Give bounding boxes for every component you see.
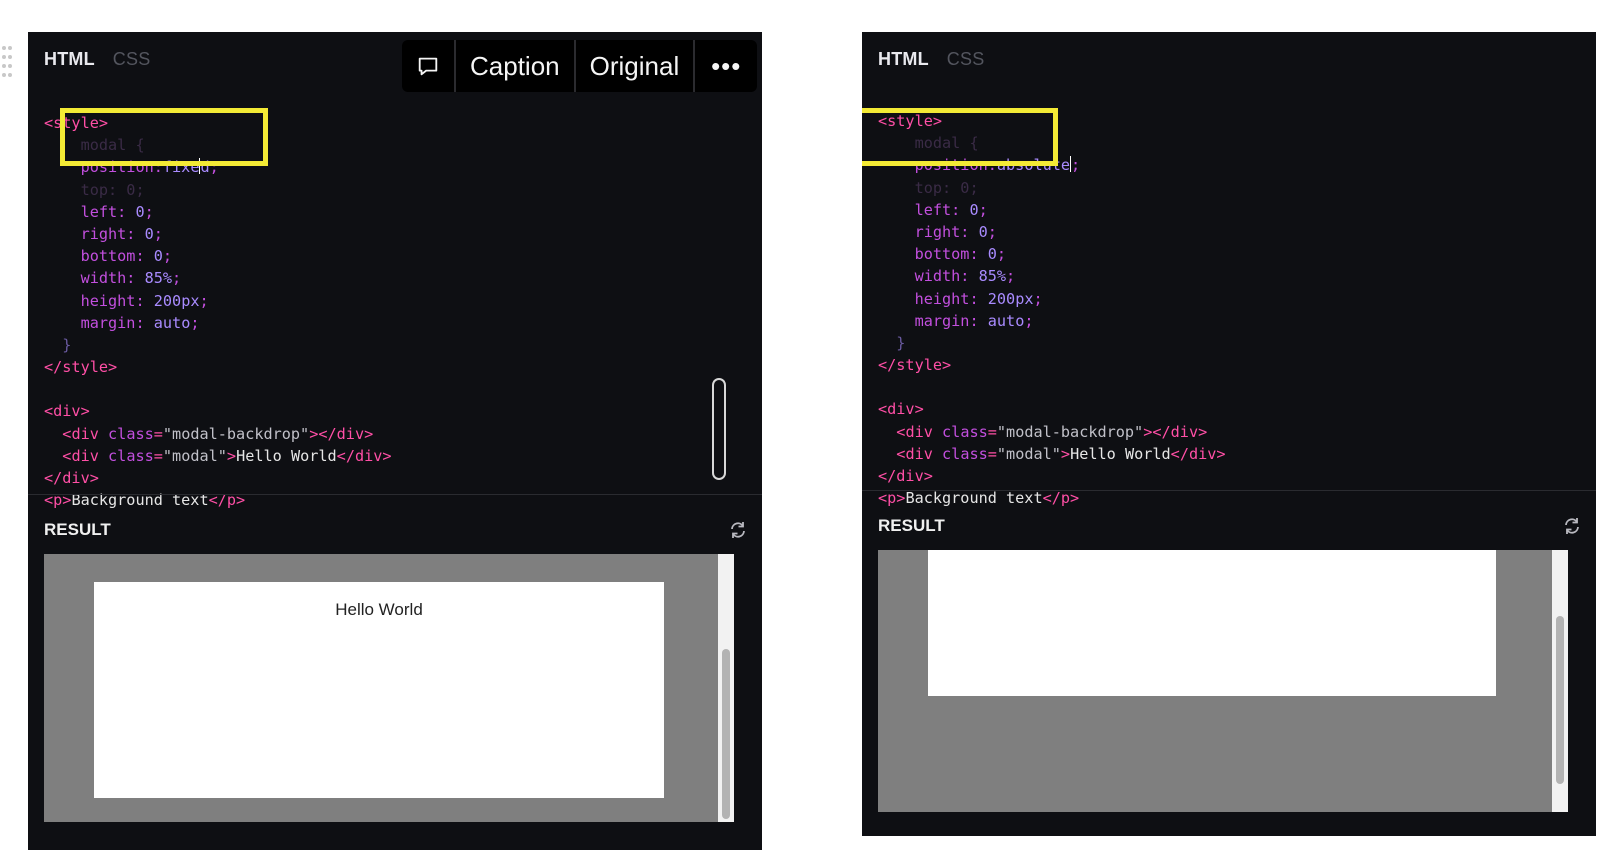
- modal-text: Hello World: [335, 600, 423, 619]
- result-heading: RESULT: [44, 520, 111, 539]
- code-line: top: 0;: [80, 180, 145, 199]
- code-line: <div class="modal">Hello World</div>: [896, 444, 1226, 463]
- editor-tabs: HTML CSS: [878, 48, 984, 70]
- scrollbar-thumb[interactable]: [722, 649, 730, 819]
- code-line: </div>: [878, 467, 933, 485]
- code-line: left: 0;: [80, 202, 154, 221]
- code-line: }: [62, 335, 72, 354]
- divider: [28, 494, 762, 495]
- code-editor[interactable]: <style> modal { position:fixed; top: 0; …: [44, 112, 726, 511]
- tab-html[interactable]: HTML: [878, 49, 929, 70]
- divider: [862, 490, 1596, 491]
- code-line: right: 0;: [914, 222, 997, 241]
- code-line: margin: auto;: [914, 311, 1034, 330]
- code-line: </style>: [44, 358, 118, 377]
- code-line: left: 0;: [914, 200, 988, 219]
- code-line: right: 0;: [80, 224, 163, 243]
- editor-tabs: HTML CSS: [44, 48, 150, 70]
- code-line: height: 200px;: [914, 289, 1043, 308]
- code-line: <div class="modal-backdrop"></div>: [896, 422, 1208, 441]
- speech-bubble-icon: [418, 57, 438, 76]
- tab-css[interactable]: CSS: [947, 49, 985, 70]
- code-line: bottom: 0;: [914, 245, 1007, 264]
- tab-css[interactable]: CSS: [113, 49, 151, 70]
- code-line: }: [896, 333, 906, 352]
- image-toolbar: Caption Original •••: [402, 40, 758, 92]
- code-line: height: 200px;: [80, 291, 209, 310]
- result-scrollbar[interactable]: [1552, 550, 1568, 812]
- code-line: width: 85%;: [80, 269, 182, 288]
- code-line: <div class="modal-backdrop"></div>: [62, 424, 374, 443]
- editor-panel-absolute: HTML CSS <style> modal { position:absolu…: [862, 32, 1596, 836]
- code-line: </style>: [878, 356, 952, 375]
- highlight-box: [60, 108, 268, 166]
- code-line: width: 85%;: [914, 267, 1016, 286]
- tab-html[interactable]: HTML: [44, 49, 95, 70]
- editor-panel-fixed: HTML CSS Caption Original ••• <style> mo…: [28, 32, 762, 850]
- drag-handle[interactable]: [2, 46, 14, 86]
- refresh-icon[interactable]: [1562, 516, 1582, 536]
- result-heading: RESULT: [878, 516, 945, 535]
- modal-box: Hello World: [94, 582, 664, 798]
- result-preview: [878, 550, 1568, 812]
- highlight-box: [862, 108, 1058, 166]
- result-scrollbar[interactable]: [718, 554, 734, 822]
- code-line: <p>Background text</p>: [44, 491, 246, 510]
- comment-button[interactable]: [402, 40, 456, 92]
- code-line: <div>: [878, 400, 924, 419]
- code-line: <div class="modal">Hello World</div>: [62, 446, 392, 465]
- refresh-icon[interactable]: [728, 520, 748, 540]
- result-preview: Hello World: [44, 554, 734, 822]
- scrollbar-thumb[interactable]: [1556, 616, 1564, 784]
- modal-box: [928, 550, 1496, 696]
- code-editor[interactable]: <style> modal { position:absolute; top: …: [878, 110, 1560, 509]
- editor-scrollbar[interactable]: [712, 378, 726, 480]
- code-line: <div>: [44, 402, 90, 421]
- original-button[interactable]: Original: [576, 40, 696, 92]
- code-line: </div>: [44, 469, 99, 487]
- caption-button[interactable]: Caption: [456, 40, 576, 92]
- code-line: bottom: 0;: [80, 247, 173, 266]
- code-line: top: 0;: [914, 178, 979, 197]
- more-options-button[interactable]: •••: [695, 40, 757, 92]
- more-icon: •••: [711, 50, 742, 81]
- code-line: margin: auto;: [80, 313, 200, 332]
